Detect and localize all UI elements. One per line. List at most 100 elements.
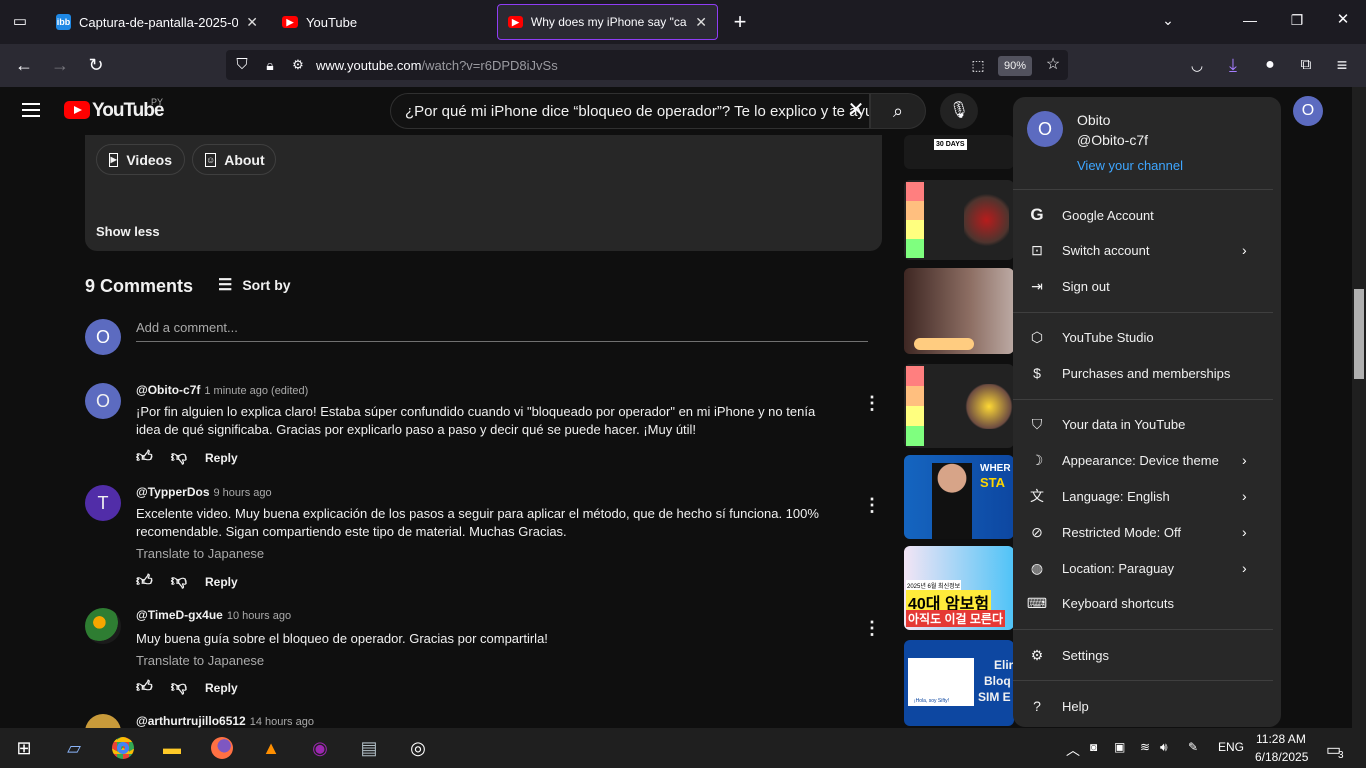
tab-imgbb[interactable]: ibb Captura-de-pantalla-2025-06-1 ✕	[46, 4, 268, 40]
menu-item-youtube-studio[interactable]: ⬡ YouTube Studio	[1028, 328, 1154, 346]
menu-item-appearance[interactable]: ☽ Appearance: Device theme	[1028, 451, 1219, 469]
screenshot-icon[interactable]: ⬚	[966, 53, 990, 77]
back-icon[interactable]: ←	[12, 53, 36, 77]
forward-icon[interactable]: →	[48, 53, 72, 77]
clock-date[interactable]: 6/18/2025	[1255, 750, 1308, 764]
tab-youtube[interactable]: ▶ YouTube	[272, 4, 494, 40]
avatar[interactable]	[85, 714, 121, 728]
view-channel-link[interactable]: View your channel	[1077, 158, 1183, 173]
sort-by-button[interactable]: ☰ Sort by	[218, 275, 291, 295]
menu-item-help[interactable]: ? Help	[1028, 697, 1089, 715]
dislike-icon[interactable]: 👎︎	[171, 678, 187, 697]
videos-chip[interactable]: ▶ Videos	[96, 144, 185, 175]
downloads-icon[interactable]: ⤓	[1221, 53, 1245, 77]
permissions-icon[interactable]: ⚙	[286, 53, 310, 77]
tab-list-icon[interactable]: ▭	[8, 10, 32, 34]
screen-icon[interactable]: ▣	[1114, 740, 1125, 754]
close-tab-icon[interactable]: ✕	[246, 14, 258, 31]
video-thumbnail[interactable]: WHER STA	[904, 455, 1014, 539]
more-options-icon[interactable]: ⋮	[863, 495, 881, 516]
incognito-app-icon[interactable]: ◉	[308, 736, 332, 760]
firefox-icon[interactable]	[210, 736, 234, 760]
line-app-icon[interactable]: ◎	[406, 736, 430, 760]
more-options-icon[interactable]: ⋮	[863, 618, 881, 639]
avatar[interactable]: T	[85, 485, 121, 521]
avatar-toucan[interactable]	[85, 608, 121, 644]
like-icon[interactable]: 👍︎	[136, 678, 153, 697]
menu-item-location[interactable]: ◍ Location: Paraguay	[1028, 559, 1174, 577]
like-icon[interactable]: 👍︎	[136, 572, 153, 591]
zoom-level[interactable]: 90%	[998, 56, 1032, 76]
extensions-icon[interactable]: ⧉	[1294, 53, 1318, 77]
vlc-icon[interactable]: ▲	[259, 736, 283, 760]
camera-icon[interactable]: ◙	[1090, 740, 1097, 754]
like-icon[interactable]: 👍︎	[136, 448, 153, 467]
image-viewer-icon[interactable]: ▤	[357, 736, 381, 760]
menu-item-language[interactable]: 文 Language: English	[1028, 487, 1170, 505]
comment-author[interactable]: @arthurtrujillo6512 14 hours ago	[136, 714, 314, 728]
pen-icon[interactable]: ✎	[1188, 740, 1198, 754]
menu-item-your-data[interactable]: ⛉ Your data in YouTube	[1028, 415, 1186, 433]
menu-item-purchases[interactable]: $ Purchases and memberships	[1028, 364, 1230, 382]
url-text[interactable]: www.youtube.com/watch?v=r6DPD8iJvSs	[316, 58, 558, 73]
file-explorer-icon[interactable]: ▬	[160, 736, 184, 760]
pocket-icon[interactable]: ◡	[1185, 53, 1209, 77]
scrollbar-thumb[interactable]	[1354, 289, 1364, 379]
language-indicator[interactable]: ENG	[1218, 740, 1244, 754]
comment-author[interactable]: @TypperDos 9 hours ago	[136, 485, 272, 499]
reply-button[interactable]: Reply	[205, 681, 238, 695]
avatar[interactable]: O	[1293, 96, 1323, 126]
reply-button[interactable]: Reply	[205, 451, 238, 465]
menu-item-switch-account[interactable]: ⊡ Switch account	[1028, 241, 1149, 259]
dislike-icon[interactable]: 👎︎	[171, 448, 187, 467]
new-tab-icon[interactable]: +	[728, 10, 752, 34]
comment-author[interactable]: @Obito-c7f 1 minute ago (edited)	[136, 383, 308, 397]
more-options-icon[interactable]: ⋮	[863, 393, 881, 414]
video-thumbnail[interactable]: 2025년 6월 최신정보 40대 암보험 아직도 이걸 모른다	[904, 546, 1014, 630]
menu-item-sign-out[interactable]: ⇥ Sign out	[1028, 277, 1110, 295]
account-icon[interactable]: ●	[1258, 53, 1282, 77]
menu-item-google-account[interactable]: G Google Account	[1028, 205, 1153, 224]
notes-app-icon[interactable]: ▱	[62, 736, 86, 760]
video-thumbnail[interactable]	[904, 180, 1014, 260]
app-menu-icon[interactable]: ≡	[1330, 53, 1354, 77]
chrome-icon[interactable]	[111, 736, 135, 760]
shield-icon[interactable]: ⛉	[230, 53, 254, 77]
bookmark-star-icon[interactable]: ☆	[1041, 53, 1065, 77]
avatar[interactable]: O	[85, 383, 121, 419]
translate-link[interactable]: Translate to Japanese	[136, 653, 264, 668]
minimize-icon[interactable]: —	[1238, 8, 1262, 32]
youtube-logo-icon[interactable]	[64, 101, 90, 119]
tab-active-video[interactable]: ▶ Why does my iPhone say "carrie ✕	[497, 4, 718, 40]
about-chip[interactable]: ☺ About	[192, 144, 276, 175]
page-scrollbar[interactable]	[1352, 87, 1366, 728]
video-thumbnail[interactable]	[904, 268, 1014, 354]
close-window-icon[interactable]: ✕	[1331, 8, 1355, 32]
dislike-icon[interactable]: 👎︎	[171, 572, 187, 591]
clear-search-icon[interactable]: ✕	[844, 98, 868, 122]
wifi-icon[interactable]: ≋	[1140, 740, 1150, 754]
hamburger-menu-icon[interactable]	[22, 103, 40, 117]
show-less-button[interactable]: Show less	[96, 224, 160, 239]
restore-icon[interactable]: ❐	[1285, 8, 1309, 32]
clock-time[interactable]: 11:28 AM	[1256, 732, 1306, 746]
add-comment-input[interactable]: Add a comment...	[136, 320, 868, 342]
search-input[interactable]: ¿Por qué mi iPhone dice “bloqueo de oper…	[390, 93, 870, 129]
tray-chevron-icon[interactable]: ︿	[1066, 740, 1080, 760]
reload-icon[interactable]: ↻	[84, 53, 108, 77]
video-thumbnail[interactable]: 30 DAYS	[904, 135, 1014, 169]
chevron-down-icon[interactable]: ⌄	[1156, 8, 1180, 32]
video-thumbnail[interactable]	[904, 364, 1014, 448]
reply-button[interactable]: Reply	[205, 575, 238, 589]
comment-author[interactable]: @TimeD-gx4ue 10 hours ago	[136, 608, 291, 622]
video-thumbnail[interactable]: ¡Hola, soy Sifty! Elir Bloq SIM E	[904, 640, 1014, 726]
windows-start-icon[interactable]: ⊞	[12, 736, 36, 760]
lock-icon[interactable]: 🔒︎	[258, 53, 282, 77]
translate-link[interactable]: Translate to Japanese	[136, 546, 264, 561]
menu-item-keyboard-shortcuts[interactable]: ⌨ Keyboard shortcuts	[1027, 594, 1174, 612]
comment-text: ¡Por fin alguien lo explica claro! Estab…	[136, 404, 816, 437]
volume-icon[interactable]: 🔊︎	[1160, 740, 1168, 755]
close-tab-icon[interactable]: ✕	[695, 14, 707, 31]
menu-item-settings[interactable]: ⚙ Settings	[1028, 646, 1109, 664]
menu-item-restricted-mode[interactable]: ⊘ Restricted Mode: Off	[1028, 523, 1181, 541]
